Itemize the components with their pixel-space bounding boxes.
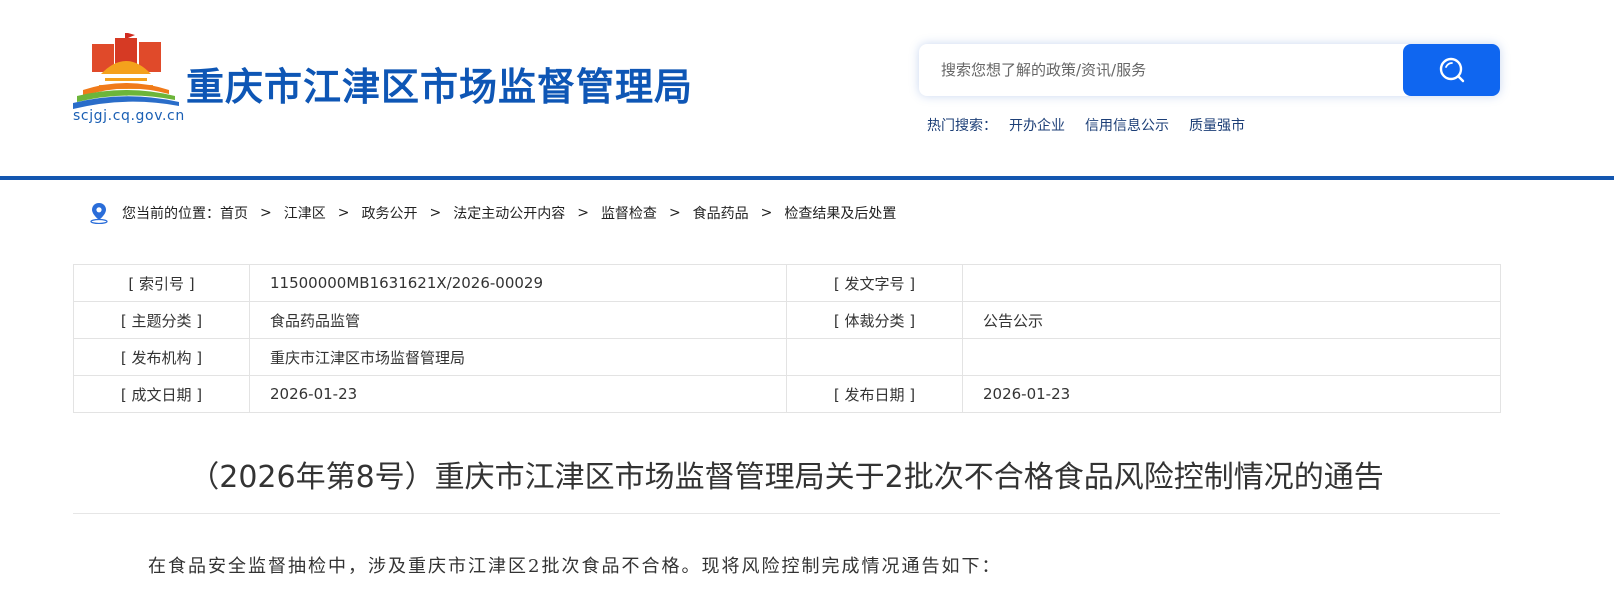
breadcrumb-separator: >	[668, 205, 681, 221]
site-domain: scjgj.cq.gov.cn	[73, 108, 185, 124]
info-value-topic: 食品药品监管	[249, 301, 787, 339]
info-label-doc-number: [ 发文字号 ]	[786, 264, 963, 302]
document-info-table: [ 索引号 ] 11500000MB1631621X/2026-00029 [ …	[73, 264, 1501, 413]
table-row: [ 发布机构 ] 重庆市江津区市场监督管理局	[73, 338, 1501, 376]
breadcrumb-zhengwu[interactable]: 政务公开	[361, 203, 417, 223]
table-row: [ 主题分类 ] 食品药品监管 [ 体裁分类 ] 公告公示	[73, 301, 1501, 339]
breadcrumb-separator: >	[337, 205, 350, 221]
info-label-publish-date: [ 发布日期 ]	[786, 375, 963, 413]
search-icon	[1439, 57, 1464, 83]
site-header: scjgj.cq.gov.cn 重庆市江津区市场监督管理局 热门搜索： 开办企业…	[0, 0, 1614, 180]
breadcrumb-jiangjin[interactable]: 江津区	[284, 203, 326, 223]
search-bar	[919, 44, 1500, 96]
breadcrumb-separator: >	[429, 205, 442, 221]
info-value-empty	[962, 338, 1501, 376]
breadcrumb-shipin[interactable]: 食品药品	[693, 203, 749, 223]
info-value-index: 11500000MB1631621X/2026-00029	[249, 264, 787, 302]
breadcrumb-fading[interactable]: 法定主动公开内容	[453, 203, 565, 223]
article-intro: 在食品安全监督抽检中，涉及重庆市江津区2批次食品不合格。现将风险控制完成情况通告…	[148, 556, 1002, 577]
info-value-written-date: 2026-01-23	[249, 375, 787, 413]
info-value-doc-number	[962, 264, 1501, 302]
breadcrumb-jiandu[interactable]: 监督检查	[601, 203, 657, 223]
hot-link-xinyong[interactable]: 信用信息公示	[1085, 115, 1169, 135]
breadcrumb: 您当前的位置： 首页 > 江津区 > 政务公开 > 法定主动公开内容 > 监督检…	[89, 202, 896, 224]
info-value-genre: 公告公示	[962, 301, 1501, 339]
breadcrumb-separator: >	[577, 205, 589, 221]
info-label-publisher: [ 发布机构 ]	[73, 338, 250, 376]
breadcrumb-prefix: 您当前的位置：	[122, 206, 220, 222]
table-row: [ 成文日期 ] 2026-01-23 [ 发布日期 ] 2026-01-23	[73, 375, 1501, 413]
info-value-publish-date: 2026-01-23	[962, 375, 1501, 413]
search-button[interactable]	[1403, 44, 1500, 96]
search-input[interactable]	[919, 44, 1403, 96]
info-label-genre: [ 体裁分类 ]	[786, 301, 963, 339]
header-divider	[0, 176, 1614, 180]
info-value-publisher: 重庆市江津区市场监督管理局	[249, 338, 787, 376]
info-label-empty	[786, 338, 963, 376]
info-label-written-date: [ 成文日期 ]	[73, 375, 250, 413]
breadcrumb-home[interactable]: 首页	[220, 203, 248, 223]
breadcrumb-jieguo[interactable]: 检查结果及后处置	[784, 203, 896, 223]
gov-emblem-logo[interactable]	[73, 30, 179, 110]
hot-link-zhiliang[interactable]: 质量强市	[1189, 115, 1245, 135]
title-divider	[73, 513, 1500, 514]
breadcrumb-separator: >	[760, 205, 773, 221]
site-title[interactable]: 重庆市江津区市场监督管理局	[186, 56, 693, 111]
breadcrumb-separator: >	[260, 205, 272, 221]
hot-link-kaiban[interactable]: 开办企业	[1009, 115, 1065, 135]
info-label-index: [ 索引号 ]	[73, 264, 250, 302]
hot-search-label: 热门搜索：	[927, 118, 997, 134]
info-label-topic: [ 主题分类 ]	[73, 301, 250, 339]
hot-search: 热门搜索： 开办企业 信用信息公示 质量强市	[927, 115, 1265, 135]
article-title: （2026年第8号）重庆市江津区市场监督管理局关于2批次不合格食品风险控制情况的…	[189, 460, 1384, 495]
location-pin-icon	[90, 203, 108, 224]
table-row: [ 索引号 ] 11500000MB1631621X/2026-00029 [ …	[73, 264, 1501, 302]
